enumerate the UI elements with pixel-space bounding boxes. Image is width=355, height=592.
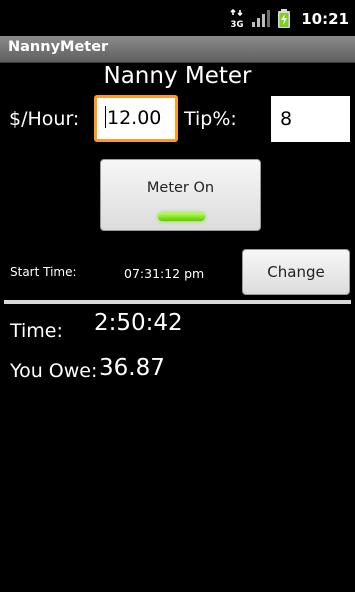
elapsed-time-value: 2:50:42 (94, 310, 183, 336)
meter-on-indicator (158, 213, 205, 221)
amount-owed-label: You Owe: (10, 360, 98, 382)
battery-charging-icon (278, 9, 291, 28)
meter-toggle-label: Meter On (146, 180, 215, 196)
network-type-label: 3G (231, 20, 244, 29)
divider (4, 300, 351, 304)
status-bar: 3G 10:21 (0, 0, 355, 36)
text-caret (105, 106, 106, 128)
hourly-rate-input[interactable]: 12.00 (94, 95, 178, 142)
action-bar: NannyMeter (0, 36, 355, 63)
clock: 10:21 (301, 10, 349, 28)
meter-toggle-button[interactable]: Meter On (100, 159, 261, 231)
amount-owed-value: 36.87 (99, 355, 165, 381)
change-button-label: Change (267, 263, 325, 281)
change-start-time-button[interactable]: Change (242, 249, 350, 295)
tip-percent-input[interactable]: 8 (271, 96, 350, 142)
signal-strength-icon (252, 10, 271, 27)
3g-data-icon: 3G (230, 9, 244, 29)
hourly-rate-value: 12.00 (107, 107, 162, 129)
tip-label: Tip%: (184, 108, 237, 130)
rate-label: $/Hour: (9, 108, 80, 130)
status-icons: 3G 10:21 (229, 8, 349, 30)
tip-percent-value: 8 (280, 108, 293, 130)
page-title: Nanny Meter (103, 63, 252, 89)
start-time-value: 07:31:12 pm (124, 266, 205, 281)
app-title-bar-label: NannyMeter (8, 39, 109, 55)
start-time-label: Start Time: (10, 265, 77, 279)
elapsed-time-label: Time: (10, 320, 63, 342)
